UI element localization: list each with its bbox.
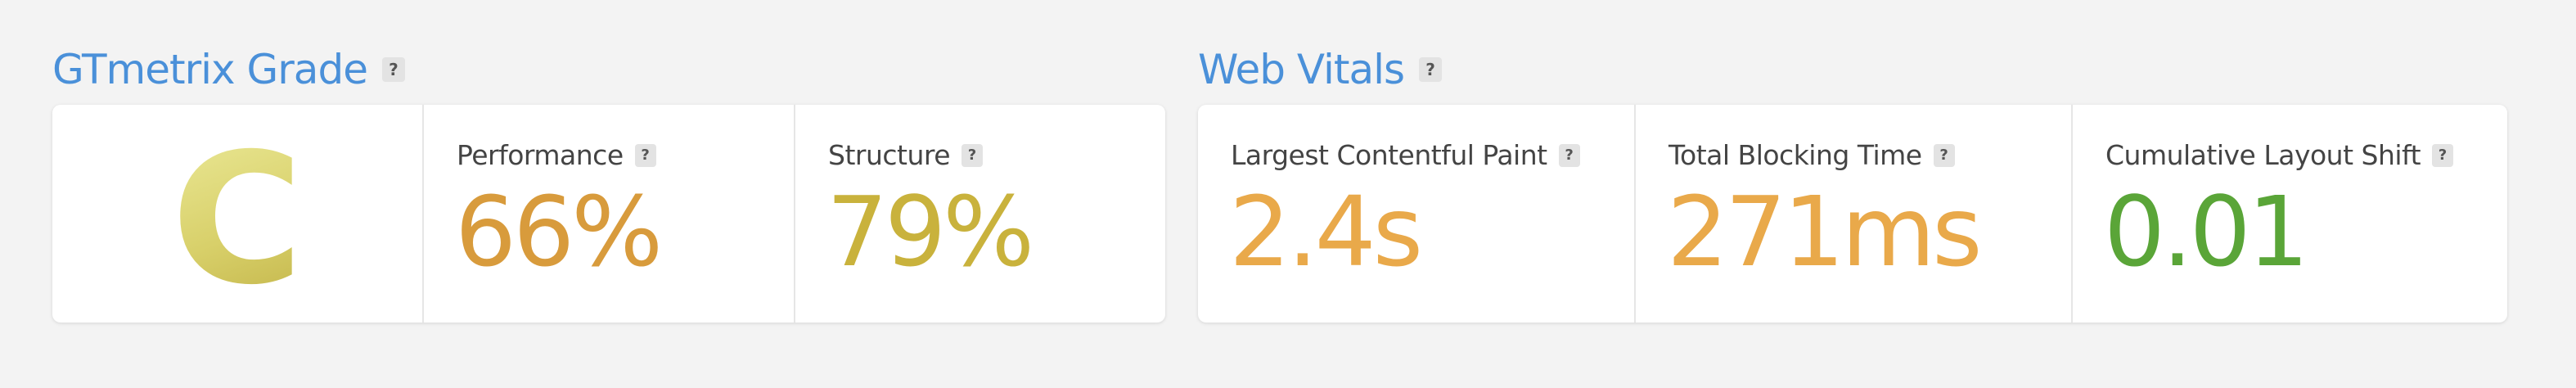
gtmetrix-grade-header: GTmetrix Grade ?: [52, 41, 405, 98]
performance-help-icon[interactable]: ?: [634, 143, 656, 167]
structure-head: Structure ?: [828, 139, 984, 171]
cls-value: 0.01: [2104, 175, 2309, 288]
tbt-value: 271ms: [1667, 175, 1983, 288]
lcp-label: Largest Contentful Paint: [1231, 139, 1547, 171]
lcp-head: Largest Contentful Paint ?: [1231, 139, 1580, 171]
structure-value: 79%: [826, 175, 1034, 288]
gtmetrix-grade-help-icon[interactable]: ?: [381, 57, 405, 82]
structure-help-icon[interactable]: ?: [961, 143, 984, 167]
gtmetrix-grade-card: C Performance ? 66% Structure ? 79%: [52, 105, 1165, 323]
gtmetrix-grade-title: GTmetrix Grade: [52, 46, 368, 93]
tbt-head: Total Blocking Time ?: [1669, 139, 1955, 171]
cls-cell: Cumulative Layout Shift ? 0.01: [2071, 105, 2507, 323]
lcp-value: 2.4s: [1229, 175, 1423, 288]
structure-cell: Structure ? 79%: [794, 105, 1165, 323]
cls-label: Cumulative Layout Shift: [2105, 139, 2421, 171]
tbt-label: Total Blocking Time: [1669, 139, 1922, 171]
structure-label: Structure: [828, 139, 951, 171]
web-vitals-header: Web Vitals ?: [1198, 41, 1443, 98]
web-vitals-card: Largest Contentful Paint ? 2.4s Total Bl…: [1198, 105, 2507, 323]
lcp-cell: Largest Contentful Paint ? 2.4s: [1198, 105, 1634, 323]
tbt-help-icon[interactable]: ?: [1933, 143, 1955, 167]
tbt-cell: Total Blocking Time ? 271ms: [1634, 105, 2071, 323]
performance-label: Performance: [457, 139, 624, 171]
grade-cell: C: [52, 105, 422, 323]
web-vitals-title: Web Vitals: [1198, 46, 1405, 93]
performance-head: Performance ?: [457, 139, 656, 171]
performance-cell: Performance ? 66%: [422, 105, 794, 323]
grade-letter: C: [52, 129, 422, 309]
lcp-help-icon[interactable]: ?: [1558, 143, 1580, 167]
performance-value: 66%: [455, 175, 663, 288]
cls-head: Cumulative Layout Shift ?: [2105, 139, 2454, 171]
cls-help-icon[interactable]: ?: [2432, 143, 2454, 167]
web-vitals-help-icon[interactable]: ?: [1419, 57, 1443, 82]
